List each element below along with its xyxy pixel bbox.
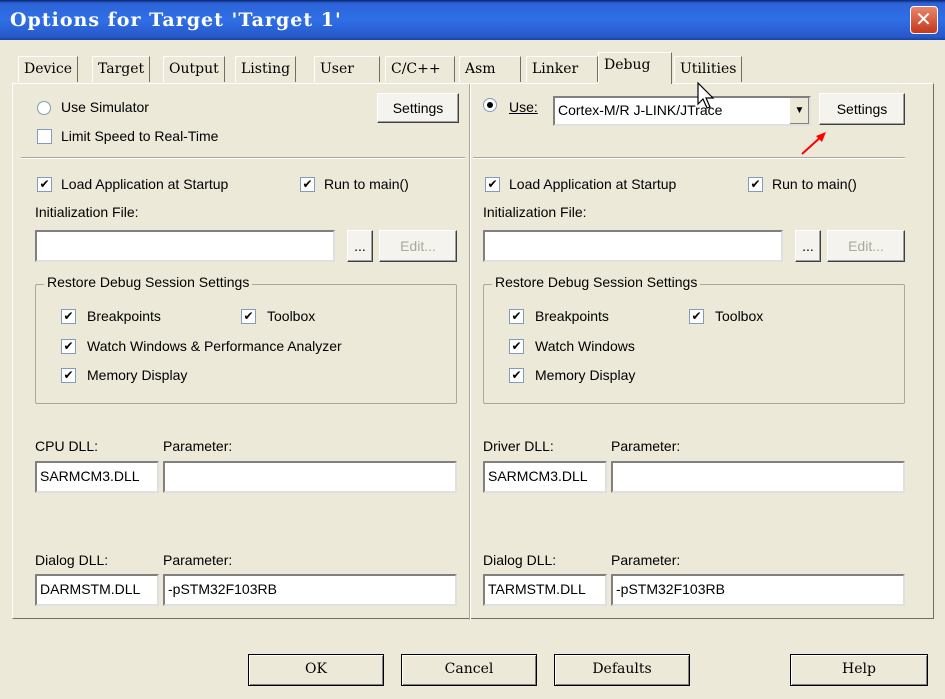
right-breakpoints-checkbox[interactable]: ✔ [509,309,524,324]
tab-linker[interactable]: Linker [526,56,598,82]
left-dialog-param-input[interactable]: -pSTM32F103RB [163,574,457,606]
left-separator [21,157,465,159]
tab-output[interactable]: Output [163,56,225,82]
simulator-settings-button[interactable]: Settings [377,93,459,123]
driver-param-label: Parameter: [611,438,681,454]
left-init-file-label: Initialization File: [35,204,139,220]
defaults-button[interactable]: Defaults [554,654,690,686]
right-memory-label: Memory Display [535,367,636,383]
column-divider [469,84,471,620]
use-simulator-radio[interactable] [37,101,51,115]
ok-button[interactable]: OK [248,654,384,686]
tab-listing[interactable]: Listing [235,56,297,82]
right-edit-button[interactable]: Edit... [827,230,905,262]
driver-dll-label: Driver DLL: [483,438,554,454]
right-dialog-dll-input[interactable]: TARMSTM.DLL [483,574,607,606]
left-edit-button[interactable]: Edit... [379,230,457,262]
left-memory-checkbox[interactable]: ✔ [61,368,76,383]
right-dialog-dll-label: Dialog DLL: [483,552,557,568]
tab-target[interactable]: Target [92,56,151,82]
mouse-pointer-icon [697,82,715,109]
left-dialog-dll-input[interactable]: DARMSTM.DLL [35,574,159,606]
debugger-driver-select[interactable]: Cortex-M/R J-LINK/JTrace ▼ [553,96,811,126]
limit-speed-checkbox[interactable] [37,129,52,144]
title-bar: Options for Target 'Target 1' ✕ [0,0,945,40]
right-init-file-label: Initialization File: [483,204,587,220]
driver-dll-input[interactable]: SARMCM3.DLL [483,461,607,493]
left-load-app-checkbox[interactable]: ✔ [37,177,52,192]
left-run-to-main-checkbox[interactable]: ✔ [300,177,315,192]
use-simulator-label: Use Simulator [61,99,149,115]
left-toolbox-checkbox[interactable]: ✔ [241,309,256,324]
cpu-dll-label: CPU DLL: [35,438,99,454]
right-watch-label: Watch Windows [535,338,635,354]
tab-cpp[interactable]: C/C++ [385,56,455,82]
window-title: Options for Target 'Target 1' [10,9,342,31]
use-label: Use: [509,99,538,115]
left-run-to-main-label: Run to main() [324,176,409,192]
chevron-down-icon[interactable]: ▼ [789,98,809,124]
left-toolbox-label: Toolbox [267,308,316,324]
right-browse-button[interactable]: ... [795,230,821,262]
cpu-dll-input[interactable]: SARMCM3.DLL [35,461,159,493]
right-toolbox-label: Toolbox [715,308,764,324]
right-toolbox-checkbox[interactable]: ✔ [689,309,704,324]
right-separator [473,157,905,159]
cpu-param-input[interactable] [163,461,457,493]
help-button[interactable]: Help [790,654,928,686]
tab-strip: Device Target Output Listing User C/C++ … [18,52,778,84]
use-target-radio[interactable] [483,98,497,112]
cpu-param-label: Parameter: [163,438,233,454]
left-watch-checkbox[interactable]: ✔ [61,339,76,354]
right-watch-checkbox[interactable]: ✔ [509,339,524,354]
right-memory-checkbox[interactable]: ✔ [509,368,524,383]
left-breakpoints-label: Breakpoints [87,308,161,324]
left-init-file-input[interactable] [35,230,335,262]
right-load-app-label: Load Application at Startup [509,176,677,192]
tab-utilities[interactable]: Utilities [674,56,743,82]
right-init-file-input[interactable] [483,230,783,262]
debug-panel: Use Simulator Limit Speed to Real-Time S… [12,83,934,620]
cancel-button[interactable]: Cancel [401,654,537,686]
right-restore-group-title: Restore Debug Session Settings [492,274,701,290]
driver-param-input[interactable] [611,461,905,493]
tab-asm[interactable]: Asm [459,56,521,82]
tab-user[interactable]: User [314,56,380,82]
tab-debug[interactable]: Debug [598,52,672,84]
left-restore-group-title: Restore Debug Session Settings [44,274,253,290]
right-run-to-main-label: Run to main() [772,176,857,192]
right-load-app-checkbox[interactable]: ✔ [485,177,500,192]
left-watch-label: Watch Windows & Performance Analyzer [87,338,342,354]
red-arrow-annotation-icon [801,132,826,155]
left-breakpoints-checkbox[interactable]: ✔ [61,309,76,324]
radio-selected-dot [487,102,493,108]
left-memory-label: Memory Display [87,367,188,383]
tab-device[interactable]: Device [18,56,79,82]
left-dialog-param-label: Parameter: [163,552,233,568]
debugger-settings-button[interactable]: Settings [819,93,905,125]
right-dialog-param-input[interactable]: -pSTM32F103RB [611,574,905,606]
left-dialog-dll-label: Dialog DLL: [35,552,109,568]
left-browse-button[interactable]: ... [347,230,373,262]
close-button[interactable]: ✕ [910,6,938,34]
left-load-app-label: Load Application at Startup [61,176,229,192]
right-dialog-param-label: Parameter: [611,552,681,568]
limit-speed-label: Limit Speed to Real-Time [61,128,219,144]
right-run-to-main-checkbox[interactable]: ✔ [748,177,763,192]
right-breakpoints-label: Breakpoints [535,308,609,324]
